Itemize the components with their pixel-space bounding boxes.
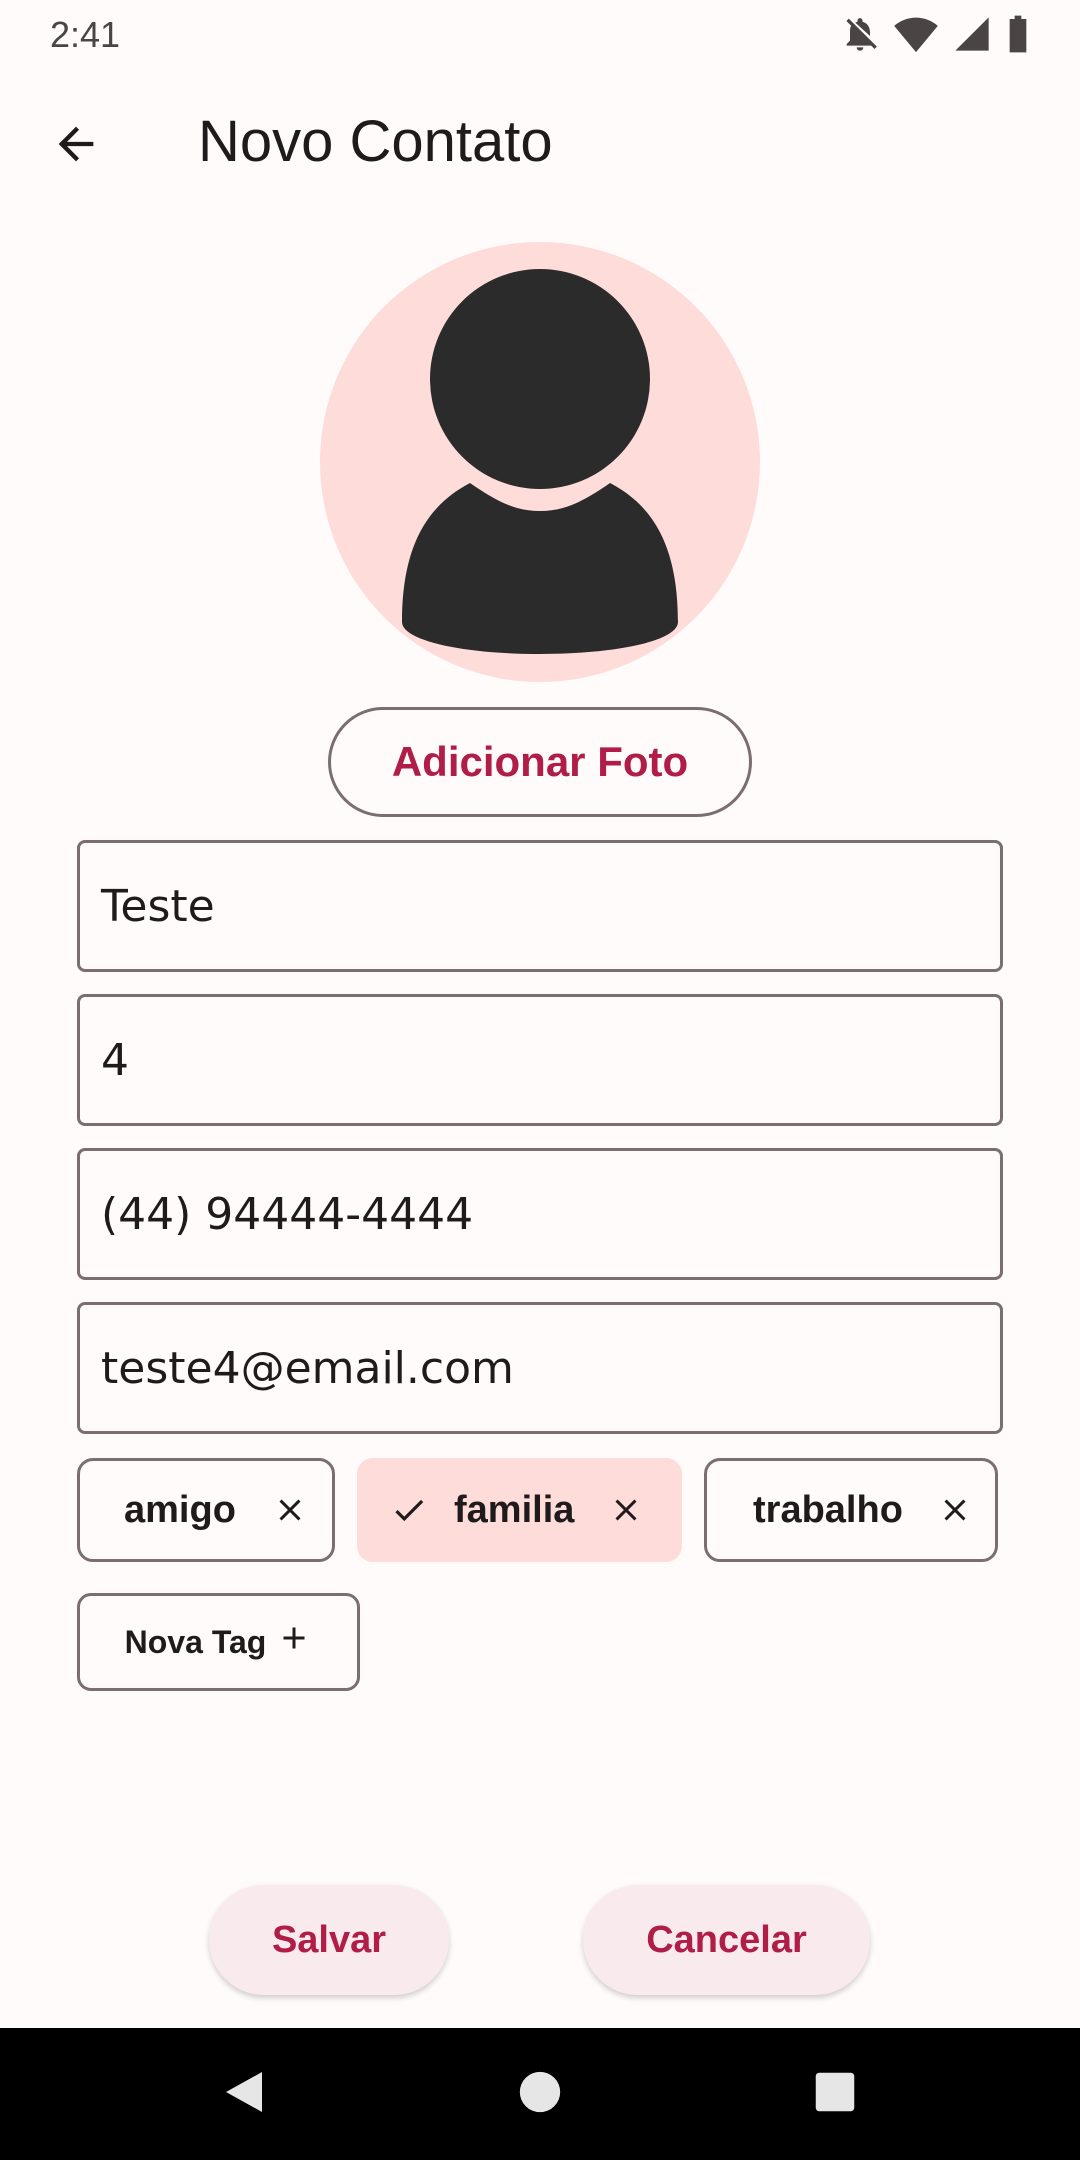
system-nav-bar: [0, 2028, 1080, 2160]
avatar: [320, 242, 760, 682]
back-button[interactable]: [40, 110, 112, 182]
notifications-off-icon: [840, 14, 880, 54]
status-time: 2:41: [50, 14, 121, 55]
nav-recents-button[interactable]: [775, 2028, 895, 2160]
battery-icon: [1006, 14, 1030, 54]
app-bar: Novo Contato: [0, 66, 1080, 216]
nav-recents-icon: [814, 2071, 856, 2118]
nav-home-button[interactable]: [480, 2028, 600, 2160]
cancel-button[interactable]: Cancelar: [583, 1885, 870, 1995]
nav-back-button[interactable]: [184, 2028, 304, 2160]
new-tag-label: Nova Tag: [124, 1623, 267, 1660]
status-bar: 2:41: [0, 0, 1080, 66]
nav-home-icon: [518, 2070, 562, 2119]
name-field[interactable]: Teste: [77, 840, 1003, 972]
number-field-value: 4: [101, 1034, 129, 1086]
check-icon: [390, 1491, 428, 1529]
tag-chip-label: familia: [454, 1488, 575, 1531]
tag-chip-label: amigo: [124, 1488, 236, 1531]
nav-back-icon: [222, 2068, 266, 2121]
tag-chip-amigo[interactable]: amigo: [77, 1458, 335, 1562]
page-title: Novo Contato: [198, 109, 553, 174]
tag-chip-trabalho[interactable]: trabalho: [704, 1458, 998, 1562]
close-icon[interactable]: [608, 1492, 644, 1528]
save-button[interactable]: Salvar: [209, 1885, 449, 1995]
email-field[interactable]: teste4@email.com: [77, 1302, 1003, 1434]
arrow-back-icon: [50, 118, 102, 175]
close-icon[interactable]: [272, 1492, 308, 1528]
add-icon: [276, 1620, 312, 1664]
phone-field-value: (44) 94444-4444: [101, 1188, 474, 1240]
phone-field[interactable]: (44) 94444-4444: [77, 1148, 1003, 1280]
name-field-value: Teste: [101, 880, 215, 932]
new-tag-button[interactable]: Nova Tag: [77, 1593, 360, 1691]
number-field[interactable]: 4: [77, 994, 1003, 1126]
close-icon[interactable]: [937, 1492, 973, 1528]
signal-icon: [952, 14, 992, 54]
tag-chip-label: trabalho: [753, 1488, 903, 1531]
add-photo-button[interactable]: Adicionar Foto: [328, 707, 752, 817]
wifi-icon: [894, 14, 938, 54]
tag-chip-familia[interactable]: familia: [357, 1458, 682, 1562]
status-icons: [840, 14, 1030, 54]
email-field-value: teste4@email.com: [101, 1342, 514, 1394]
